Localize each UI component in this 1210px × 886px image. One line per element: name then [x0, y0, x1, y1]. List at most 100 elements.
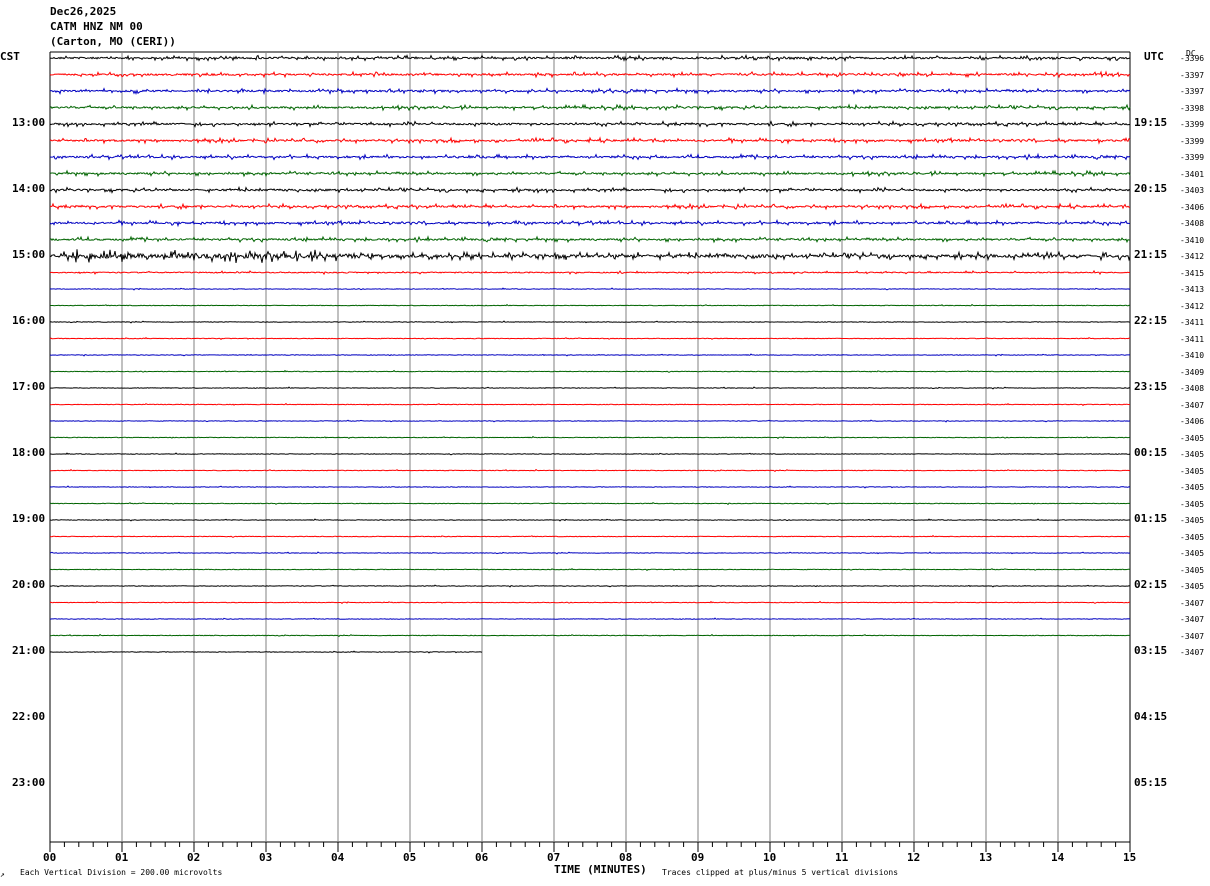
trace-33 — [49, 584, 1131, 588]
scale-note: Each Vertical Division = 200.00 microvol… — [20, 868, 223, 877]
trace-6 — [49, 136, 1131, 145]
left-time-label: 14:00 — [12, 182, 46, 195]
trace-21 — [49, 386, 1131, 390]
left-time-label: 16:00 — [12, 314, 46, 327]
x-tick-label: 14 — [1051, 851, 1065, 864]
x-tick-label: 12 — [907, 851, 921, 864]
dc-offset-label: -3411 — [1180, 318, 1205, 327]
dc-offset-label: -3405 — [1180, 433, 1205, 443]
dc-offset-label: -3407 — [1180, 598, 1205, 608]
right-time-label: 21:15 — [1134, 248, 1168, 261]
clip-note: Traces clipped at plus/minus 5 vertical … — [662, 868, 899, 877]
dc-offset-label: -3405 — [1180, 499, 1205, 509]
trace-14 — [49, 269, 1131, 276]
x-tick-label: 11 — [835, 851, 849, 864]
left-time-label: 13:00 — [12, 116, 46, 129]
x-tick-label: 01 — [115, 851, 129, 864]
trace-2 — [49, 70, 1131, 79]
right-time-label: 04:15 — [1134, 710, 1168, 723]
trace-29 — [49, 518, 1131, 522]
left-time-label: 20:00 — [12, 578, 46, 591]
trace-30 — [49, 534, 1131, 538]
right-time-label: 05:15 — [1134, 776, 1168, 789]
trace-11 — [49, 219, 1131, 228]
trace-26 — [49, 468, 1131, 472]
left-time-label: 21:00 — [12, 644, 46, 657]
dc-offset-label: -3412 — [1180, 252, 1205, 261]
trace-17 — [49, 320, 1131, 324]
x-tick-label: 13 — [979, 851, 993, 864]
trace-8 — [49, 169, 1131, 178]
dc-offset-label: -3396 — [1180, 54, 1205, 63]
trace-10 — [49, 202, 1131, 211]
dc-offset-label: -3405 — [1180, 466, 1205, 476]
dc-offset-label: -3399 — [1180, 120, 1205, 129]
trace-35 — [49, 617, 1131, 621]
x-tick-label: 04 — [331, 851, 345, 864]
right-time-label: 02:15 — [1134, 578, 1168, 591]
dc-offset-label: -3405 — [1180, 532, 1205, 542]
dc-offset-label: -3407 — [1180, 400, 1205, 410]
dc-offset-label: -3411 — [1180, 334, 1205, 344]
trace-22 — [49, 402, 1131, 407]
trace-16 — [49, 303, 1131, 307]
trace-28 — [49, 501, 1131, 506]
corner-icon: ↗ — [0, 870, 5, 879]
dc-offset-label: -3409 — [1180, 367, 1205, 377]
dc-offset-label: -3407 — [1180, 615, 1205, 624]
dc-offset-label: -3401 — [1180, 169, 1205, 179]
dc-offset-label: -3407 — [1180, 631, 1205, 641]
dc-offset-label: -3415 — [1180, 268, 1205, 278]
right-time-label: 23:15 — [1134, 380, 1168, 393]
trace-25 — [49, 452, 1131, 456]
dc-offset-label: -3405 — [1180, 565, 1205, 575]
left-time-label: 15:00 — [12, 248, 46, 261]
trace-36 — [49, 633, 1131, 637]
trace-12 — [49, 235, 1131, 244]
x-tick-label: 03 — [259, 851, 273, 864]
trace-3 — [49, 87, 1131, 96]
trace-15 — [49, 287, 1131, 291]
dc-offset-label: -3397 — [1180, 87, 1205, 96]
trace-34 — [49, 600, 1131, 605]
dc-offset-label: -3407 — [1180, 648, 1205, 657]
dc-offset-label: -3412 — [1180, 301, 1205, 311]
dc-offset-label: -3408 — [1180, 219, 1205, 228]
trace-5 — [49, 120, 1131, 128]
dc-offset-label: -3413 — [1180, 285, 1205, 294]
left-time-label: 22:00 — [12, 710, 46, 723]
trace-24 — [49, 435, 1131, 440]
dc-offset-label: -3410 — [1180, 235, 1205, 245]
trace-1 — [49, 53, 1131, 62]
right-time-label: 22:15 — [1134, 314, 1168, 327]
dc-offset-label: -3405 — [1180, 516, 1205, 525]
dc-offset-label: -3403 — [1180, 186, 1205, 195]
dc-offset-label: -3405 — [1180, 582, 1205, 591]
trace-32 — [49, 567, 1131, 572]
left-time-label: 23:00 — [12, 776, 46, 789]
trace-18 — [49, 336, 1131, 341]
dc-offset-label: -3397 — [1180, 70, 1205, 80]
trace-9 — [49, 185, 1131, 194]
x-tick-label: 10 — [763, 851, 777, 864]
dc-offset-label: -3398 — [1180, 103, 1205, 113]
dc-offset-label: -3406 — [1180, 417, 1205, 426]
left-time-label: 17:00 — [12, 380, 46, 393]
trace-19 — [49, 353, 1131, 357]
x-tick-label: 06 — [475, 851, 489, 864]
trace-4 — [49, 103, 1131, 112]
right-time-label: 01:15 — [1134, 512, 1168, 525]
trace-20 — [49, 369, 1131, 373]
dc-offset-label: -3405 — [1180, 450, 1205, 459]
dc-offset-label: -3410 — [1180, 351, 1205, 360]
right-time-label: 00:15 — [1134, 446, 1168, 459]
trace-27 — [49, 485, 1131, 489]
left-time-label: 19:00 — [12, 512, 46, 525]
dc-offset-label: -3399 — [1180, 136, 1205, 146]
trace-23 — [49, 419, 1131, 423]
trace-13 — [49, 249, 1131, 264]
dc-offset-label: -3399 — [1180, 153, 1205, 162]
x-tick-label: 02 — [187, 851, 201, 864]
x-tick-label: 00 — [43, 851, 57, 864]
seismogram-plot — [49, 51, 1131, 852]
